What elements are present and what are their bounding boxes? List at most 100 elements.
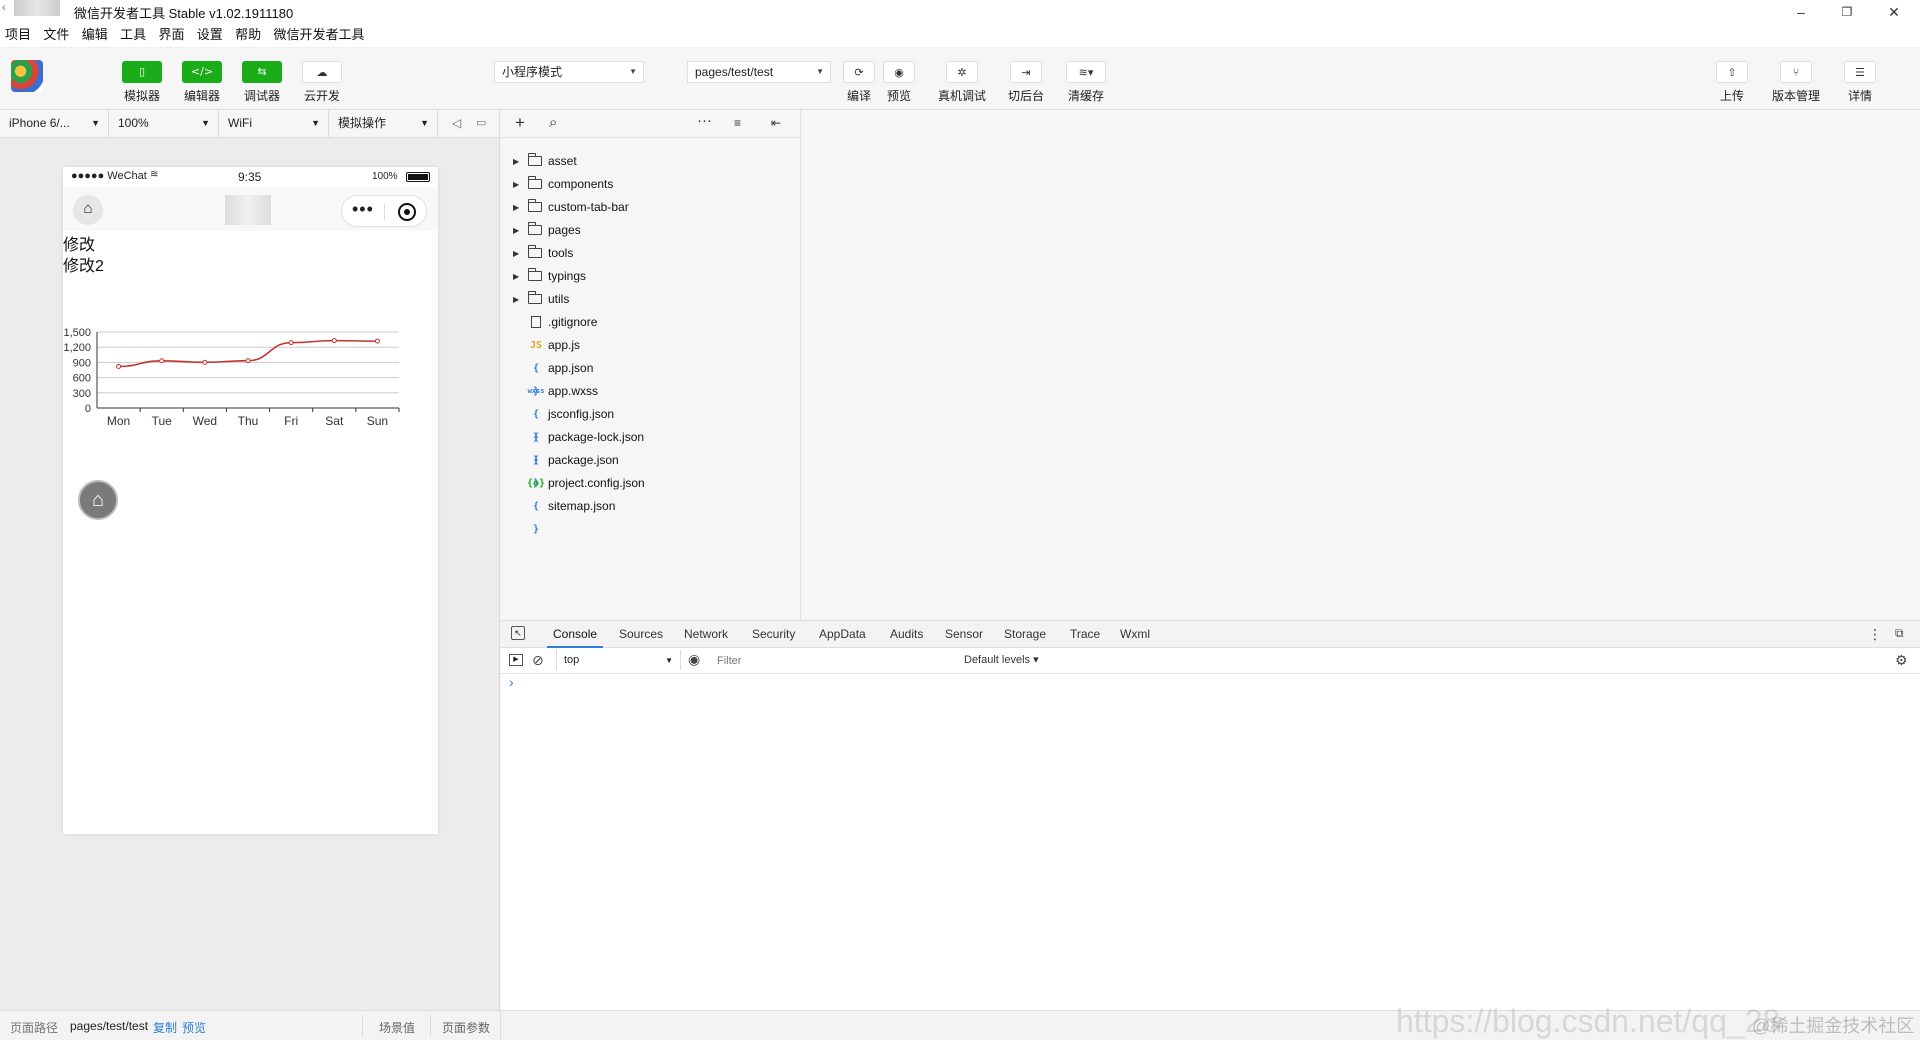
- expand-arrow-icon[interactable]: ▶: [513, 219, 519, 242]
- folder-item[interactable]: ▶ components: [501, 173, 801, 196]
- menu-item-project[interactable]: 项目: [0, 24, 35, 46]
- expand-arrow-icon[interactable]: ▶: [513, 150, 519, 173]
- tab-console[interactable]: Console: [547, 621, 604, 648]
- inspect-element-icon[interactable]: ↖: [511, 626, 525, 640]
- clear-console-icon[interactable]: ⊘: [532, 652, 544, 669]
- tab-storage[interactable]: Storage: [1004, 621, 1046, 648]
- separate-window-icon[interactable]: ▭: [476, 116, 486, 129]
- floating-home-icon[interactable]: ⌂: [78, 480, 118, 520]
- folder-item[interactable]: ▶ utils: [501, 288, 801, 311]
- file-item[interactable]: { } app.json: [501, 357, 801, 397]
- log-levels-select[interactable]: Default levels ▾: [964, 653, 1039, 666]
- restore-icon[interactable]: ❐: [1837, 2, 1857, 22]
- file-item[interactable]: { } sitemap.json: [501, 495, 801, 535]
- menu-item-view[interactable]: 界面: [153, 24, 188, 46]
- collapse-all-icon[interactable]: ≡: [734, 116, 741, 130]
- folder-item[interactable]: ▶ tools: [501, 242, 801, 265]
- tab-sources[interactable]: Sources: [619, 621, 663, 648]
- home-icon[interactable]: ⌂: [73, 195, 103, 225]
- add-icon[interactable]: +: [515, 113, 525, 133]
- menu-capsule[interactable]: •••: [341, 195, 427, 227]
- folder-item[interactable]: ▶ typings: [501, 265, 801, 288]
- file-item[interactable]: .gitignore: [501, 311, 801, 334]
- console-output[interactable]: ›: [501, 674, 1920, 1010]
- more-dots-icon[interactable]: •••: [352, 199, 374, 220]
- hide-panel-icon[interactable]: ⇤: [771, 116, 781, 130]
- file-item[interactable]: { } package.json: [501, 449, 801, 489]
- mode-select[interactable]: 小程序模式 ▼: [494, 61, 644, 83]
- close-miniprogram-icon[interactable]: [398, 203, 416, 221]
- file-item[interactable]: JS app.js: [501, 334, 801, 357]
- phone-status-bar: ●●●●● WeChat ≋ 9:35 100%: [63, 167, 438, 187]
- menu-item-settings[interactable]: 设置: [192, 24, 227, 46]
- cloud-dev-button[interactable]: ☁ 云开发: [290, 61, 354, 104]
- tab-wxml[interactable]: Wxml: [1120, 621, 1150, 648]
- debugger-button[interactable]: ⇆ 调试器: [230, 61, 294, 104]
- project-logo[interactable]: [11, 60, 43, 92]
- preview-button[interactable]: ◉ 预览: [867, 61, 931, 104]
- tab-audits[interactable]: Audits: [890, 621, 923, 648]
- file-item[interactable]: {o} project.config.json: [501, 472, 801, 495]
- remote-debug-button[interactable]: ✲ 真机调试: [930, 61, 994, 104]
- expand-arrow-icon[interactable]: ▶: [513, 242, 519, 265]
- menu-item-file[interactable]: 文件: [38, 24, 73, 46]
- search-icon[interactable]: ⌕: [549, 114, 557, 131]
- tab-sensor[interactable]: Sensor: [945, 621, 983, 648]
- minimize-icon[interactable]: –: [1791, 2, 1811, 22]
- layers-icon: ≋▾: [1066, 61, 1106, 83]
- scene-value-button[interactable]: 场景值: [379, 1019, 415, 1036]
- console-filter-input[interactable]: [711, 651, 956, 670]
- copy-link[interactable]: 复制: [153, 1019, 177, 1036]
- tab-security[interactable]: Security: [752, 621, 795, 648]
- compile-page-select[interactable]: pages/test/test ▼: [687, 61, 831, 83]
- show-sidebar-icon[interactable]: ▶: [509, 654, 523, 666]
- kebab-menu-icon[interactable]: ⋮: [1868, 626, 1882, 643]
- tab-appdata[interactable]: AppData: [819, 621, 866, 648]
- menu-item-help[interactable]: 帮助: [230, 24, 265, 46]
- y-tick-label: 300: [73, 388, 91, 400]
- folder-icon: [528, 199, 542, 212]
- expand-arrow-icon[interactable]: ▶: [513, 173, 519, 196]
- data-point: [245, 358, 251, 364]
- device-select[interactable]: iPhone 6/... ▼: [0, 110, 109, 137]
- expand-arrow-icon[interactable]: ▶: [513, 288, 519, 311]
- tab-trace[interactable]: Trace: [1070, 621, 1100, 648]
- simulate-operation-select[interactable]: 模拟操作 ▼: [329, 110, 438, 137]
- upload-button[interactable]: ⇧ 上传: [1700, 61, 1764, 104]
- mute-icon[interactable]: ◁: [452, 116, 461, 130]
- menu-item-edit[interactable]: 编辑: [77, 24, 112, 46]
- file-item[interactable]: wxss app.wxss: [501, 380, 801, 403]
- context-select[interactable]: top ▼: [559, 651, 679, 670]
- preview-link[interactable]: 预览: [182, 1019, 206, 1036]
- menu-item-wechat-devtools[interactable]: 微信开发者工具: [269, 24, 369, 46]
- zoom-select[interactable]: 100% ▼: [109, 110, 219, 137]
- settings-gear-icon[interactable]: ⚙: [1895, 652, 1908, 669]
- code-icon: </>: [182, 61, 222, 83]
- undock-icon[interactable]: ⧉: [1895, 626, 1904, 641]
- file-item[interactable]: { } package-lock.json: [501, 426, 801, 466]
- close-icon[interactable]: ✕: [1884, 2, 1904, 22]
- tab-network[interactable]: Network: [684, 621, 728, 648]
- title-bar: ‹ 微信开发者工具 Stable v1.02.1911180 – ❐ ✕: [0, 0, 1920, 24]
- expand-arrow-icon[interactable]: ▶: [513, 196, 519, 219]
- network-select[interactable]: WiFi ▼: [219, 110, 329, 137]
- file-item[interactable]: { } jsconfig.json: [501, 403, 801, 443]
- watermark-community: @稀土掘金技术社区: [1752, 1016, 1915, 1036]
- editor-button[interactable]: </> 编辑器: [170, 61, 234, 104]
- details-button[interactable]: ☰ 详情: [1828, 61, 1892, 104]
- expand-arrow-icon[interactable]: ▶: [513, 265, 519, 288]
- background-button[interactable]: ⇥ 切后台: [994, 61, 1058, 104]
- battery-icon: [406, 172, 430, 182]
- version-button[interactable]: ⑂ 版本管理: [1764, 61, 1828, 104]
- file-name: custom-tab-bar: [548, 200, 629, 214]
- folder-item[interactable]: ▶ custom-tab-bar: [501, 196, 801, 219]
- menu-item-tools[interactable]: 工具: [115, 24, 150, 46]
- clear-cache-button[interactable]: ≋▾ 清缓存: [1054, 61, 1118, 104]
- eye-icon[interactable]: ◉: [688, 651, 700, 668]
- more-icon[interactable]: ···: [697, 112, 712, 129]
- back-chevron-icon[interactable]: ‹: [2, 2, 6, 14]
- page-params-button[interactable]: 页面参数: [442, 1019, 490, 1036]
- folder-item[interactable]: ▶ asset: [501, 150, 801, 173]
- simulator-button[interactable]: ▯ 模拟器: [110, 61, 174, 104]
- folder-item[interactable]: ▶ pages: [501, 219, 801, 242]
